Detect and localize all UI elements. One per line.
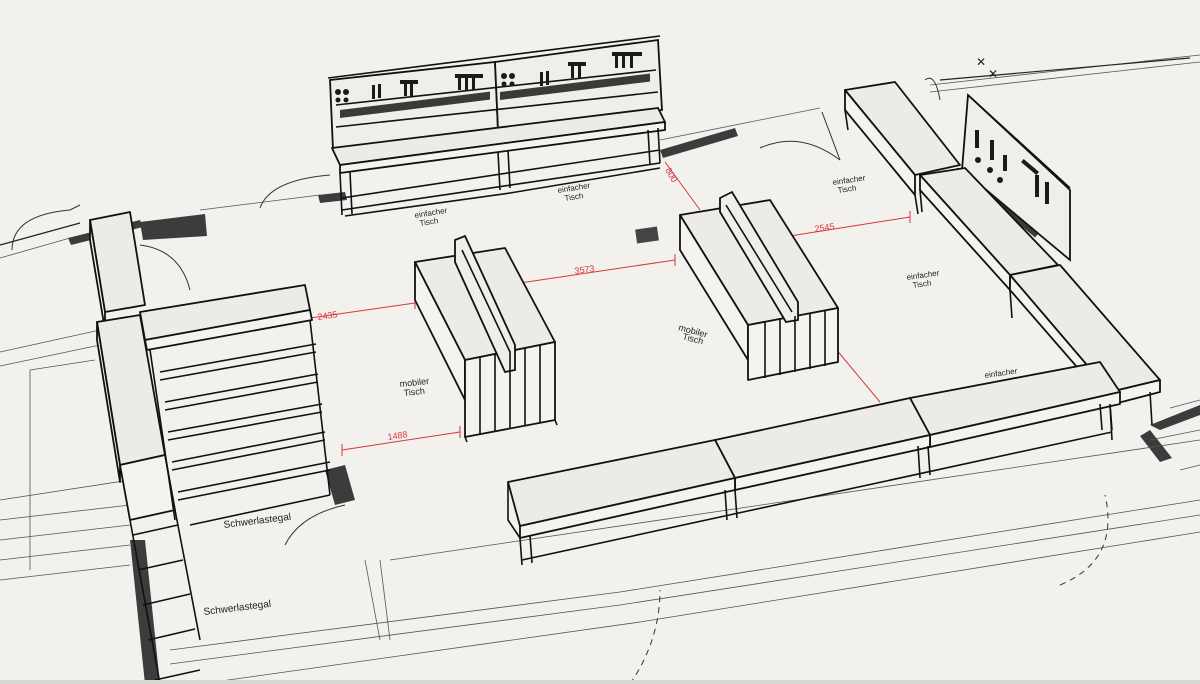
dimension-label-5: 800 — [663, 166, 679, 184]
label-schwerlastegal-1: Schwerlastegal — [223, 512, 292, 531]
label-mobiler-tisch-1b: Tisch — [403, 386, 425, 398]
floor-plan-canvas: ✕ ✕ 2435 3573 2545 1488 800 einfacher Ti… — [0, 0, 1200, 684]
dimension-label-2: 3573 — [574, 263, 595, 276]
mobile-table-right — [679, 190, 839, 381]
dimension-label-3: 2545 — [814, 221, 835, 234]
label-schwerlastegal-2: Schwerlastegal — [203, 599, 272, 618]
dimension-label-1: 2435 — [317, 309, 338, 322]
workbench-with-tool-wall-top — [327, 35, 666, 217]
floor-plan-drawing: ✕ ✕ 2435 3573 2545 1488 800 einfacher Ti… — [0, 35, 1200, 684]
label-einfacher-tisch-4b: Tisch — [912, 278, 932, 290]
label-einfacher-tisch-2b: Tisch — [564, 191, 584, 203]
svg-text:✕: ✕ — [988, 67, 998, 81]
mobile-table-left — [414, 234, 558, 443]
label-einfacher-tisch-1b: Tisch — [419, 216, 439, 228]
label-einfacher-tisch-3b: Tisch — [837, 183, 857, 195]
svg-text:✕: ✕ — [976, 55, 986, 69]
